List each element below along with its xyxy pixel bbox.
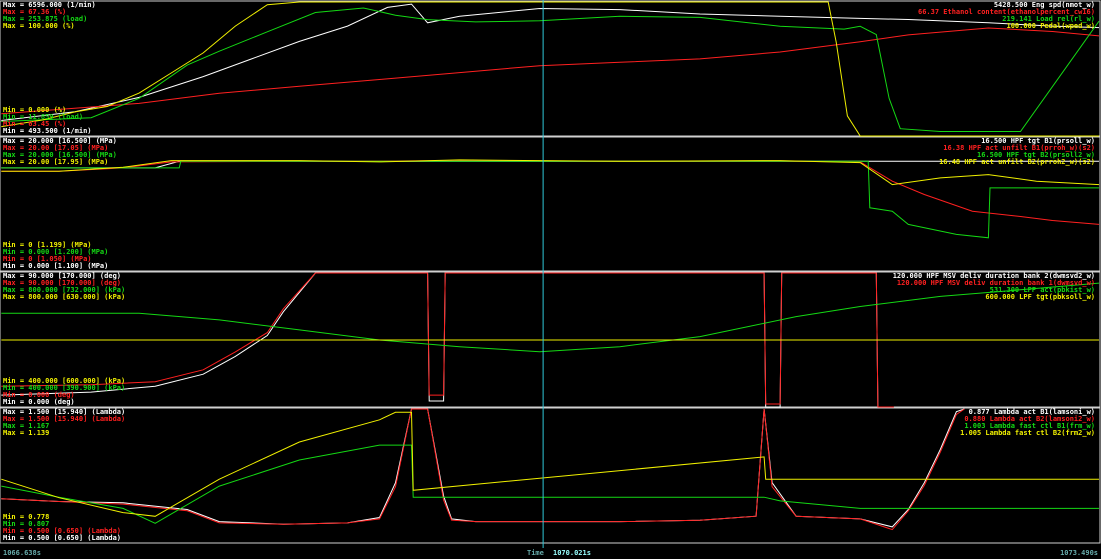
time-axis-start: 1066.638s xyxy=(3,549,41,557)
time-axis-label: Time xyxy=(527,549,544,557)
series-line-p2-4 xyxy=(1,159,1100,186)
panel-frame-1 xyxy=(0,0,1101,137)
series-line-p2-2 xyxy=(1,160,1100,225)
channel-value-p3-4: 600.000 LPF tgt(pbksoll_w) xyxy=(985,293,1095,301)
cursor-time-label[interactable]: 1070.021s xyxy=(553,549,591,557)
channel-value-p1-4: 100.000 Pedal(wped_w) xyxy=(1006,22,1095,30)
series-line-p1-1 xyxy=(1,3,1100,121)
panel-frame-2 xyxy=(0,136,1101,272)
max-label-p4-4: Max = 1.139 xyxy=(3,429,50,437)
series-line-p4-1 xyxy=(1,408,965,528)
series-line-p1-3 xyxy=(1,7,1100,132)
channel-value-p2-4: 16.48 HPF act unfilt B2(prroh2_w)(s2) xyxy=(939,158,1095,166)
series-line-p4-2 xyxy=(1,408,965,531)
max-label-p1-4: Max = 100.000 (%) xyxy=(3,22,75,30)
series-line-p3-3 xyxy=(1,282,1100,353)
series-line-p1-4 xyxy=(1,1,1099,137)
time-axis-end: 1073.490s xyxy=(1060,549,1098,557)
panel-frame-4 xyxy=(0,407,1101,544)
max-label-p3-4: Max = 800.000 [630.000] (kPa) xyxy=(3,293,126,301)
series-line-p1-2 xyxy=(1,27,1100,115)
min-label-p1-4: Min = 493.500 (1/min) xyxy=(3,127,92,135)
min-label-p2-4: Min = 0.000 [1.100] (MPa) xyxy=(3,262,109,270)
min-label-p3-4: Min = 0.000 (deg) xyxy=(3,398,75,406)
series-line-p4-3 xyxy=(1,444,1099,524)
series-line-p2-3 xyxy=(1,160,1099,239)
max-label-p2-4: Max = 20.00 [17.95] (MPa) xyxy=(3,158,109,166)
channel-value-p4-4: 1.005 Lambda fast ctl B2(frm2_w) xyxy=(960,429,1095,437)
min-label-p4-4: Min = 0.500 [0.650] (Lambda) xyxy=(3,534,122,542)
